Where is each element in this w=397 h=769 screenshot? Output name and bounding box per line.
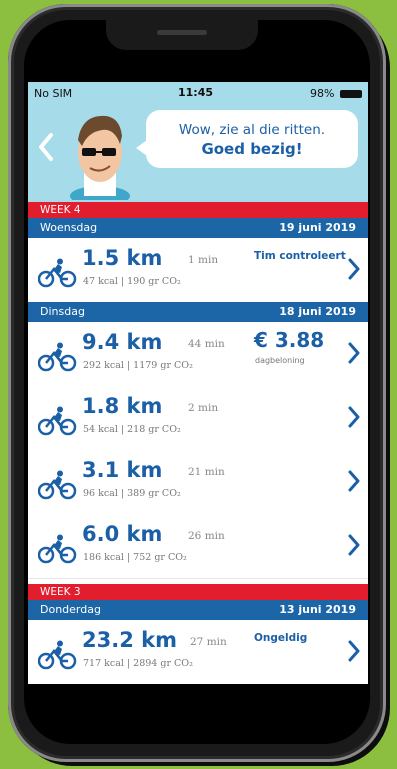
coach-message-line1: Wow, zie al die ritten.	[178, 122, 326, 138]
coach-avatar	[70, 115, 130, 200]
chevron-right-icon[interactable]	[348, 258, 360, 286]
phone-notch	[106, 20, 258, 50]
day-date: 19 juni 2019	[279, 221, 356, 234]
week-header: WEEK 4	[28, 202, 368, 218]
ride-status: Ongeldig	[254, 632, 308, 644]
ride-row[interactable]: 1.8 km 2 min 54 kcal | 218 gr CO₂	[28, 386, 368, 451]
ride-duration: 21 min	[188, 466, 225, 478]
ride-status: Tim controleert	[254, 250, 346, 262]
back-button[interactable]	[38, 132, 54, 169]
day-header: Dinsdag 18 juni 2019	[28, 302, 368, 322]
ride-stats: 54 kcal | 218 gr CO₂	[83, 424, 181, 435]
ride-row[interactable]: 9.4 km 44 min 292 kcal | 1179 gr CO₂ € 3…	[28, 322, 368, 387]
app-screen: No SIM 11:45 98% Wow, zie al die ritten.…	[28, 82, 368, 684]
ride-duration: 26 min	[188, 530, 225, 542]
header: Wow, zie al die ritten. Goed bezig!	[28, 104, 368, 202]
ride-duration: 2 min	[188, 402, 219, 414]
chevron-right-icon[interactable]	[348, 470, 360, 498]
ride-row[interactable]: 6.0 km 26 min 186 kcal | 752 gr CO₂	[28, 514, 368, 579]
day-date: 18 juni 2019	[279, 305, 356, 318]
day-name: Donderdag	[40, 603, 101, 616]
ride-row[interactable]: 3.1 km 21 min 96 kcal | 389 gr CO₂	[28, 450, 368, 515]
bicycle-icon	[38, 258, 77, 288]
bicycle-icon	[38, 342, 77, 372]
carrier-label: No SIM	[34, 87, 73, 100]
day-date: 13 juni 2019	[279, 603, 356, 616]
ride-duration: 44 min	[188, 338, 225, 350]
day-header: Donderdag 13 juni 2019	[28, 600, 368, 620]
ride-distance: 23.2 km	[82, 628, 177, 652]
ride-duration: 1 min	[188, 254, 219, 266]
day-header: Woensdag 19 juni 2019	[28, 218, 368, 238]
battery-icon	[340, 90, 362, 98]
speaker	[157, 30, 207, 35]
bicycle-icon	[38, 534, 77, 564]
ride-stats: 96 kcal | 389 gr CO₂	[83, 488, 181, 499]
chevron-right-icon[interactable]	[348, 534, 360, 562]
ride-reward-label: dagbeloning	[255, 356, 305, 365]
status-bar: No SIM 11:45 98%	[28, 82, 368, 104]
ride-row[interactable]: 1.5 km 1 min 47 kcal | 190 gr CO₂ Tim co…	[28, 238, 368, 303]
bicycle-icon	[38, 640, 77, 670]
clock: 11:45	[178, 86, 214, 99]
ride-distance: 6.0 km	[82, 522, 163, 546]
ride-distance: 1.5 km	[82, 246, 163, 270]
battery-indicator: 98%	[310, 87, 362, 100]
ride-distance: 9.4 km	[82, 330, 163, 354]
chevron-right-icon[interactable]	[348, 342, 360, 370]
ride-stats: 717 kcal | 2894 gr CO₂	[83, 658, 193, 669]
ride-stats: 186 kcal | 752 gr CO₂	[83, 552, 187, 563]
week-header: WEEK 3	[28, 584, 368, 600]
ride-duration: 27 min	[190, 636, 227, 648]
ride-row[interactable]: 23.2 km 27 min 717 kcal | 2894 gr CO₂ On…	[28, 620, 368, 684]
ride-stats: 292 kcal | 1179 gr CO₂	[83, 360, 193, 371]
ride-distance: 1.8 km	[82, 394, 163, 418]
bicycle-icon	[38, 470, 77, 500]
day-name: Dinsdag	[40, 305, 85, 318]
ride-stats: 47 kcal | 190 gr CO₂	[83, 276, 181, 287]
speech-bubble: Wow, zie al die ritten. Goed bezig!	[146, 110, 358, 168]
chevron-right-icon[interactable]	[348, 406, 360, 434]
battery-percent: 98%	[310, 87, 335, 100]
chevron-right-icon[interactable]	[348, 640, 360, 668]
ride-distance: 3.1 km	[82, 458, 163, 482]
ride-reward-amount: € 3.88	[254, 328, 325, 352]
chevron-left-icon	[39, 133, 53, 161]
bicycle-icon	[38, 406, 77, 436]
coach-message-line2: Goed bezig!	[201, 140, 303, 158]
day-name: Woensdag	[40, 221, 98, 234]
